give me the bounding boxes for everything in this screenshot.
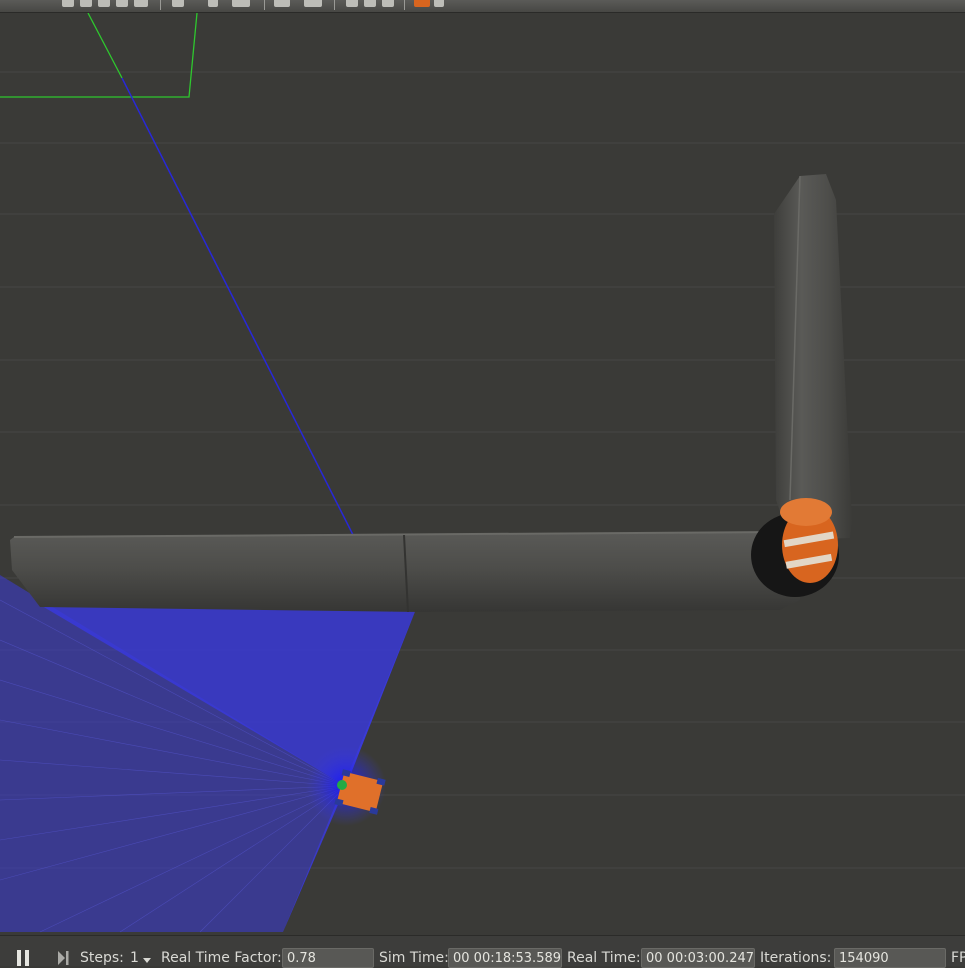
toolbar-button[interactable] — [434, 0, 444, 7]
pause-icon[interactable] — [16, 950, 30, 966]
fps-label: FP — [951, 950, 965, 966]
concrete-wall-horizontal — [10, 531, 800, 613]
toolbar-separator — [404, 0, 405, 10]
laser-ray — [121, 77, 393, 613]
toolbar-button[interactable] — [116, 0, 128, 7]
status-bar: Steps: 1 Real Time Factor: 0.78 Sim Time… — [0, 935, 965, 968]
toolbar-separator — [160, 0, 161, 10]
toolbar-button[interactable] — [346, 0, 358, 7]
step-forward-icon[interactable] — [56, 950, 70, 966]
steps-label: Steps: — [80, 950, 124, 966]
toolbar-button[interactable] — [98, 0, 110, 7]
toolbar-button[interactable] — [382, 0, 394, 7]
toolbar-button[interactable] — [172, 0, 184, 7]
toolbar-separator — [264, 0, 265, 10]
laser-scan-fan — [0, 575, 418, 933]
toolbar-button[interactable] — [232, 0, 250, 7]
concrete-wall-vertical — [774, 174, 852, 540]
camera-frustum-edge — [87, 13, 123, 79]
toolbar-button[interactable] — [80, 0, 92, 7]
toolbar-button[interactable] — [208, 0, 218, 7]
real-time-factor-field: 0.78 — [282, 948, 374, 968]
toolbar-button[interactable] — [364, 0, 376, 7]
iterations-field: 154090 — [834, 948, 946, 968]
robot-lidar-sensor — [337, 780, 347, 790]
toolbar-separator — [334, 0, 335, 10]
sim-time-label: Sim Time: — [379, 950, 449, 966]
toolbar-button[interactable] — [134, 0, 148, 7]
simulation-viewport[interactable] — [0, 13, 965, 935]
chevron-down-icon[interactable] — [142, 956, 152, 964]
toolbar-button[interactable] — [274, 0, 290, 7]
toolbar-button[interactable] — [414, 0, 430, 7]
steps-value[interactable]: 1 — [130, 949, 139, 967]
iterations-label: Iterations: — [760, 950, 832, 966]
real-time-field: 00 00:03:00.247 — [641, 948, 755, 968]
construction-barrel — [751, 498, 839, 597]
real-time-factor-label: Real Time Factor: — [161, 950, 282, 966]
toolbar-button[interactable] — [62, 0, 74, 7]
toolbar — [0, 0, 965, 13]
camera-frustum — [0, 13, 198, 98]
real-time-label: Real Time: — [567, 950, 641, 966]
toolbar-button[interactable] — [304, 0, 322, 7]
sim-time-field: 00 00:18:53.589 — [448, 948, 562, 968]
